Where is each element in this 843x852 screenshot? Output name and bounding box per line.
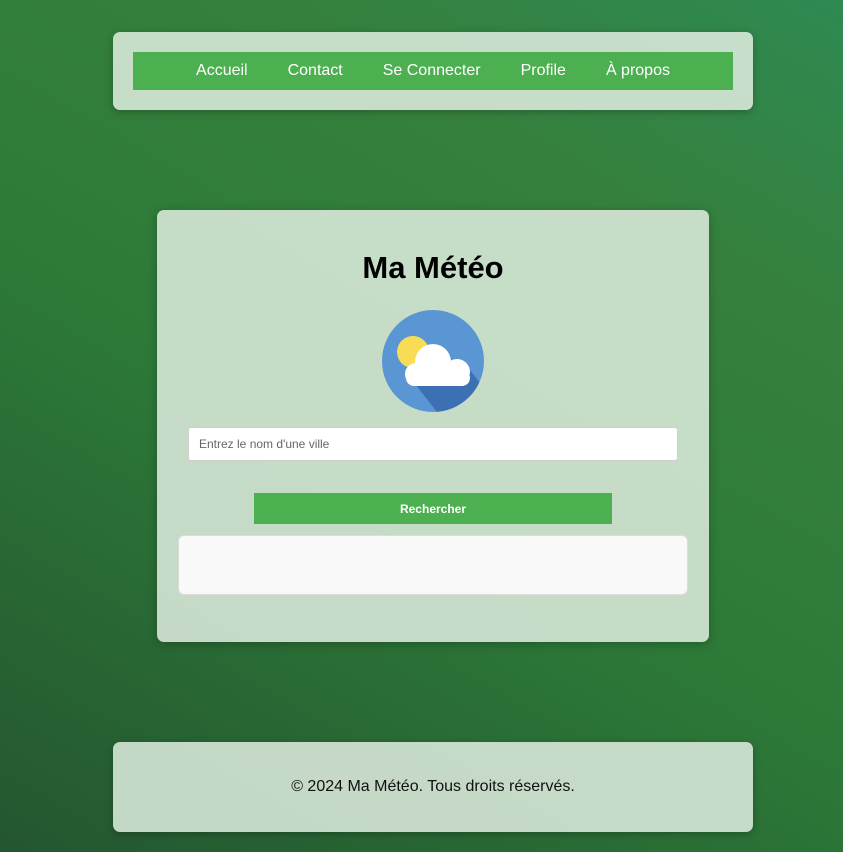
nav-bar: Accueil Contact Se Connecter Profile À p… [133,52,733,90]
weather-card: Ma Météo Rechercher [157,210,709,642]
nav-container: Accueil Contact Se Connecter Profile À p… [113,32,753,110]
nav-link-a-propos[interactable]: À propos [606,62,670,80]
footer-copyright: © 2024 Ma Météo. Tous droits réservés. [291,778,575,795]
city-search-input[interactable] [188,427,678,461]
nav-link-profile[interactable]: Profile [521,62,566,80]
search-button[interactable]: Rechercher [254,493,612,524]
sun-cloud-weather-icon [382,310,484,412]
nav-link-se-connecter[interactable]: Se Connecter [383,62,481,80]
weather-result-box [178,535,688,595]
page-title: Ma Météo [362,250,504,285]
nav-link-contact[interactable]: Contact [288,62,343,80]
footer: © 2024 Ma Météo. Tous droits réservés. [113,742,753,832]
nav-link-accueil[interactable]: Accueil [196,62,248,80]
